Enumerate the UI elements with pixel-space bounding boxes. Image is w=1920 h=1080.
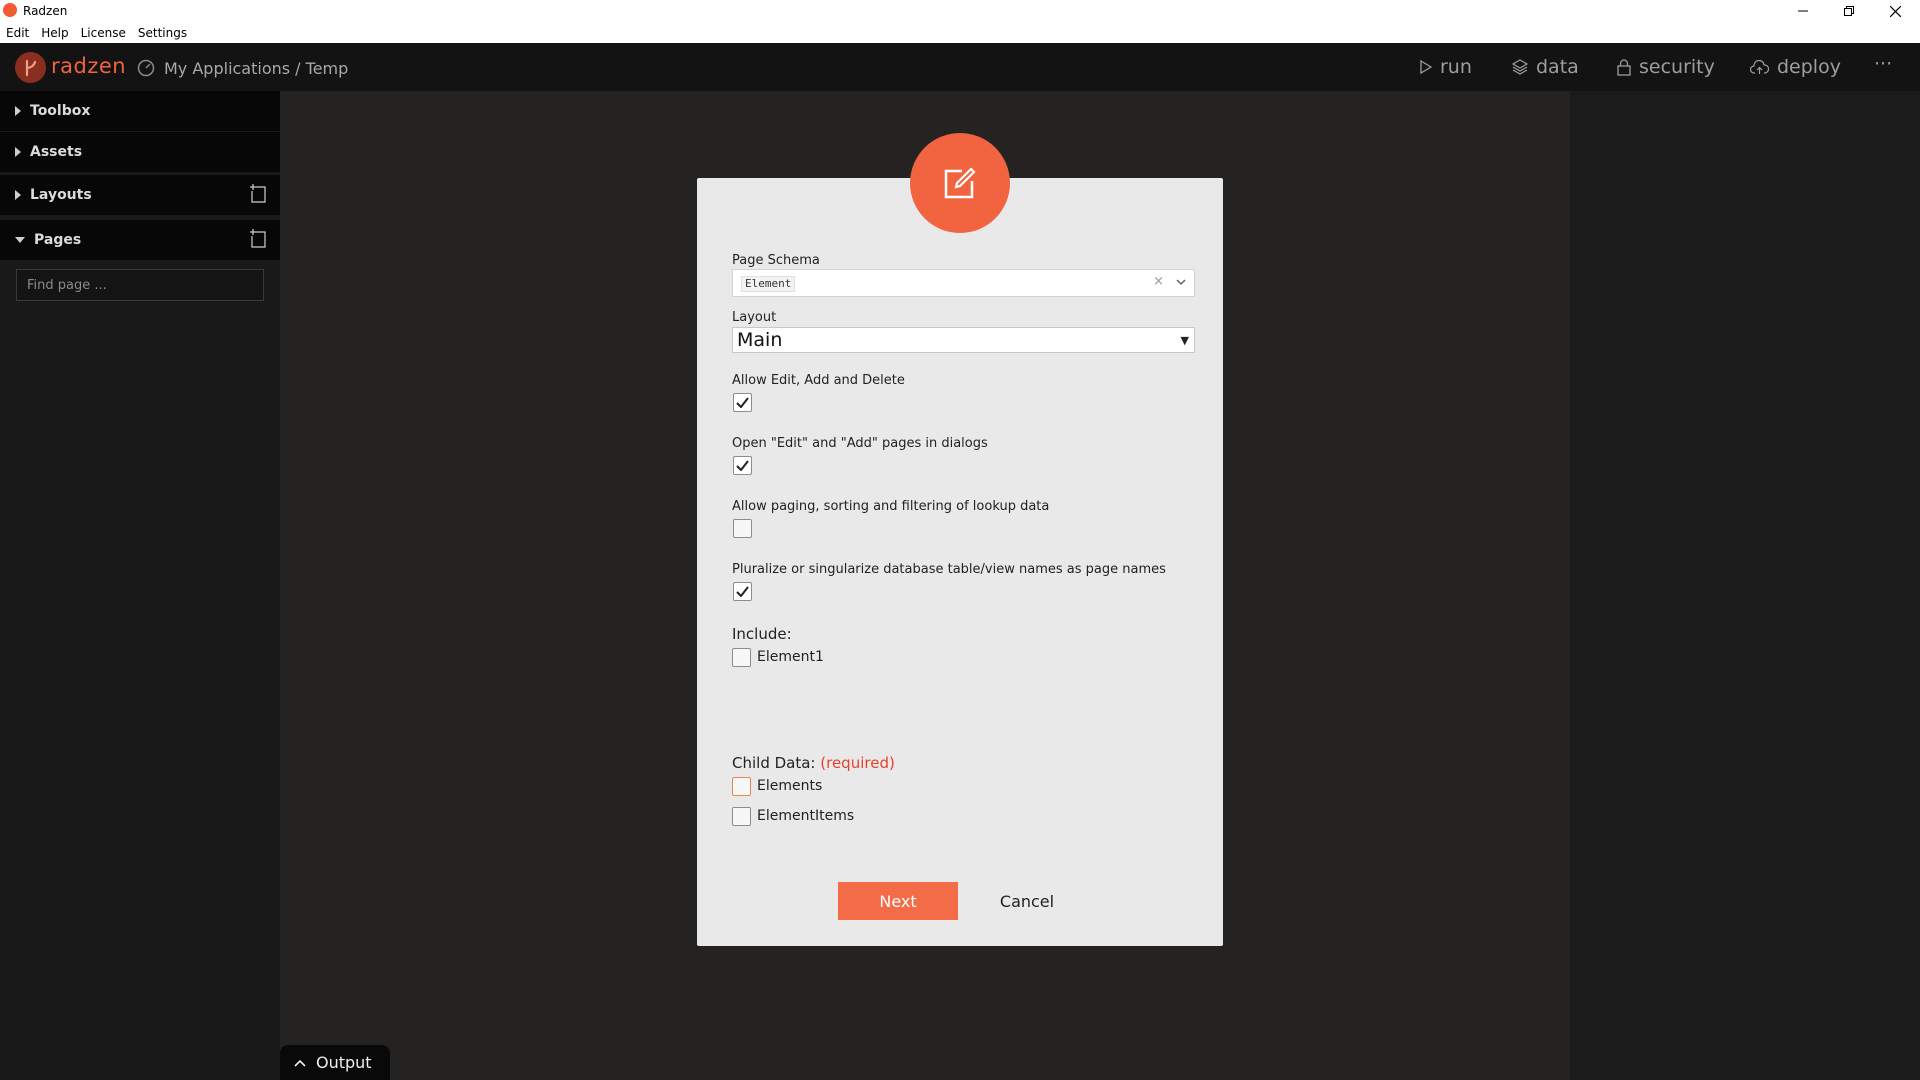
checkbox-child-elements[interactable] xyxy=(732,777,751,796)
checkbox-include-element1[interactable] xyxy=(732,648,751,667)
output-panel-toggle[interactable]: Output xyxy=(280,1045,390,1080)
child-data-title: Child Data: xyxy=(732,754,816,772)
chevron-down-icon[interactable] xyxy=(1176,279,1186,286)
sidebar-section-label: Assets xyxy=(30,144,83,160)
new-page-dialog: Page Schema Element × Layout Main ▼ Allo… xyxy=(697,178,1223,946)
radzen-app-icon xyxy=(3,3,17,17)
lock-icon xyxy=(1617,58,1631,76)
more-icon: ··· xyxy=(1874,53,1893,75)
find-page-input[interactable] xyxy=(16,269,264,301)
minimize-icon xyxy=(1798,10,1808,12)
close-icon xyxy=(1889,5,1901,17)
child-elementitems-label[interactable]: ElementItems xyxy=(757,808,854,824)
sidebar-section-label: Pages xyxy=(34,232,82,248)
nav-deploy[interactable]: deploy xyxy=(1750,56,1841,78)
radzen-logo-icon[interactable] xyxy=(15,52,46,83)
add-page-icon[interactable] xyxy=(250,229,268,249)
edit-icon xyxy=(944,167,976,199)
caret-right-icon xyxy=(15,147,21,157)
sidebar-section-assets[interactable]: Assets xyxy=(0,132,280,172)
sidebar-section-layouts[interactable]: Layouts xyxy=(0,175,280,215)
required-indicator: (required) xyxy=(820,754,895,772)
option-label-allow-edit: Allow Edit, Add and Delete xyxy=(732,373,905,388)
layers-icon xyxy=(1512,59,1528,75)
nav-run-label: run xyxy=(1440,56,1472,78)
option-label-lookup-paging: Allow paging, sorting and filtering of l… xyxy=(732,499,1050,514)
chevron-up-icon xyxy=(294,1059,306,1067)
checkbox-pluralize[interactable] xyxy=(733,582,752,601)
page-schema-label: Page Schema xyxy=(732,253,820,268)
menu-edit[interactable]: Edit xyxy=(6,26,29,40)
include-label: Include: xyxy=(732,625,792,643)
cancel-button[interactable]: Cancel xyxy=(987,882,1067,920)
checkmark-icon xyxy=(736,397,749,408)
more-menu-button[interactable]: ··· xyxy=(1874,53,1892,75)
menu-bar: Edit Help License Settings xyxy=(0,22,1920,43)
checkbox-lookup-paging[interactable] xyxy=(733,519,752,538)
nav-security-label: security xyxy=(1639,56,1715,78)
output-label: Output xyxy=(316,1053,372,1072)
sidebar-section-toolbox[interactable]: Toolbox xyxy=(0,91,280,131)
close-window-button[interactable] xyxy=(1872,0,1918,22)
window-titlebar: Radzen xyxy=(0,0,1920,22)
caret-right-icon xyxy=(15,190,21,200)
nav-run[interactable]: run xyxy=(1420,56,1472,78)
checkmark-icon xyxy=(736,460,749,471)
dashboard-icon[interactable] xyxy=(136,57,156,77)
option-label-open-in-dialogs: Open "Edit" and "Add" pages in dialogs xyxy=(732,436,988,451)
nav-data[interactable]: data xyxy=(1512,56,1579,78)
menu-license[interactable]: License xyxy=(81,26,126,40)
app-header: radzen My Applications / Temp run data s… xyxy=(0,43,1920,91)
checkbox-allow-edit[interactable] xyxy=(733,393,752,412)
breadcrumb[interactable]: My Applications / Temp xyxy=(164,59,348,78)
restore-icon xyxy=(1844,6,1854,16)
nav-data-label: data xyxy=(1536,56,1579,78)
clear-selection-icon[interactable]: × xyxy=(1153,274,1164,289)
sidebar-section-pages[interactable]: Pages xyxy=(0,220,280,260)
properties-panel xyxy=(1570,91,1920,1080)
layout-select-value: Main xyxy=(737,329,783,351)
menu-settings[interactable]: Settings xyxy=(138,26,187,40)
menu-help[interactable]: Help xyxy=(41,26,68,40)
nav-deploy-label: deploy xyxy=(1777,56,1841,78)
layout-label: Layout xyxy=(732,310,777,325)
checkbox-open-in-dialogs[interactable] xyxy=(733,456,752,475)
caret-down-icon xyxy=(15,237,25,243)
checkbox-child-elementitems[interactable] xyxy=(732,807,751,826)
nav-security[interactable]: security xyxy=(1617,56,1715,78)
minimize-button[interactable] xyxy=(1780,0,1826,22)
option-label-pluralize: Pluralize or singularize database table/… xyxy=(732,562,1166,577)
sidebar-section-label: Toolbox xyxy=(30,103,91,119)
layout-select[interactable]: Main ▼ xyxy=(732,327,1195,353)
add-layout-icon[interactable] xyxy=(250,184,268,204)
include-element1-label[interactable]: Element1 xyxy=(757,649,824,665)
child-elements-label[interactable]: Elements xyxy=(757,778,822,794)
radzen-logo-text[interactable]: radzen xyxy=(51,54,126,78)
window-title: Radzen xyxy=(23,4,68,18)
page-schema-select[interactable]: Element × xyxy=(732,269,1195,297)
page-schema-tag[interactable]: Element xyxy=(741,276,796,292)
caret-right-icon xyxy=(15,106,21,116)
sidebar-section-label: Layouts xyxy=(30,187,92,203)
dialog-badge xyxy=(910,133,1010,233)
child-data-label: Child Data: (required) xyxy=(732,754,895,772)
checkmark-icon xyxy=(736,586,749,597)
next-button[interactable]: Next xyxy=(838,882,958,920)
restore-button[interactable] xyxy=(1826,0,1872,22)
sidebar: Toolbox Assets Layouts Pages xyxy=(0,91,280,1080)
cloud-upload-icon xyxy=(1750,59,1769,74)
play-icon xyxy=(1420,60,1432,74)
dropdown-caret-icon: ▼ xyxy=(1180,334,1189,347)
